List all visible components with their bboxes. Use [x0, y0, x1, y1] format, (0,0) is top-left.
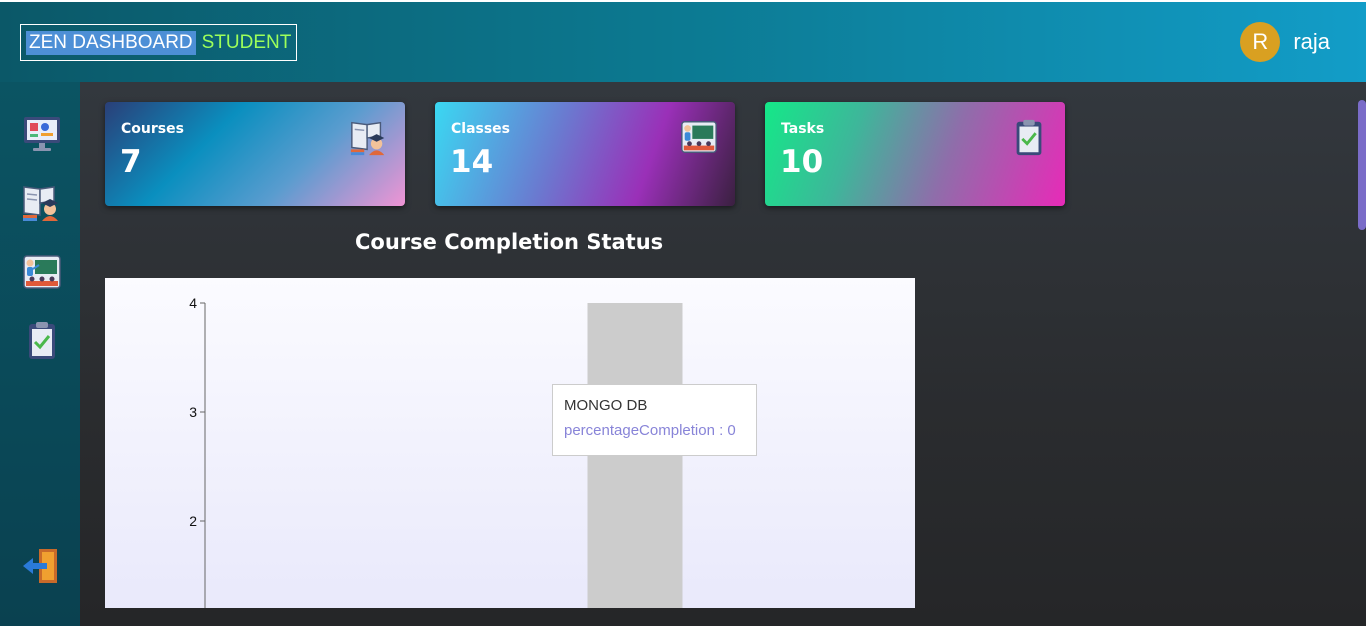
- card-value: 7: [120, 144, 142, 180]
- courses-card[interactable]: Courses 7: [105, 102, 405, 206]
- tasks-card[interactable]: Tasks 10: [765, 102, 1065, 206]
- chart-tooltip: MONGO DB percentageCompletion : 0: [552, 384, 757, 456]
- sidebar-item-dashboard[interactable]: [20, 112, 64, 156]
- classes-card[interactable]: Classes 14: [435, 102, 735, 206]
- card-value: 10: [780, 144, 824, 180]
- user-menu[interactable]: R raja: [1240, 22, 1330, 62]
- clipboard-check-icon: [29, 322, 55, 359]
- y-tick-label: 3: [189, 404, 197, 420]
- tooltip-item: percentageCompletion : 0: [564, 422, 736, 439]
- logout-door-icon: [23, 549, 57, 583]
- computer-screen-icon: [24, 117, 60, 151]
- card-title: Tasks: [781, 121, 825, 137]
- y-tick-label: 4: [189, 295, 197, 311]
- classroom-teacher-icon: [681, 121, 717, 153]
- brand-title: ZEN DASHBOARD: [26, 30, 196, 55]
- brand-logo[interactable]: ZEN DASHBOARD STUDENT: [20, 24, 298, 61]
- avatar[interactable]: R: [1240, 22, 1281, 62]
- sidebar-item-classes[interactable]: [20, 250, 64, 294]
- sidebar-item-courses[interactable]: [20, 180, 64, 224]
- logout-button[interactable]: [20, 544, 64, 588]
- tooltip-label: MONGO DB: [564, 397, 648, 414]
- bar-chart[interactable]: 2 3 4: [105, 278, 915, 608]
- classroom-teacher-icon: [23, 255, 61, 289]
- books-student-icon: [23, 186, 58, 221]
- vertical-scrollbar[interactable]: [1358, 100, 1366, 230]
- card-title: Courses: [121, 121, 184, 137]
- books-student-icon: [350, 121, 385, 156]
- top-header: ZEN DASHBOARD STUDENT R raja: [0, 0, 1366, 82]
- sidebar: [0, 82, 80, 626]
- card-value: 14: [450, 144, 494, 180]
- card-title: Classes: [451, 121, 511, 137]
- username: raja: [1293, 29, 1330, 54]
- brand-role: STUDENT: [201, 31, 292, 53]
- main-content: Courses 7 Classes 14 Tasks 10 Course Com…: [80, 82, 1366, 626]
- course-completion-chart[interactable]: 2 3 4 MONGO DB percentageCompletion : 0: [105, 278, 915, 608]
- chart-title: Course Completion Status: [355, 230, 664, 254]
- sidebar-item-tasks[interactable]: [20, 318, 64, 362]
- y-tick-label: 2: [189, 513, 197, 529]
- clipboard-check-icon: [1016, 119, 1042, 156]
